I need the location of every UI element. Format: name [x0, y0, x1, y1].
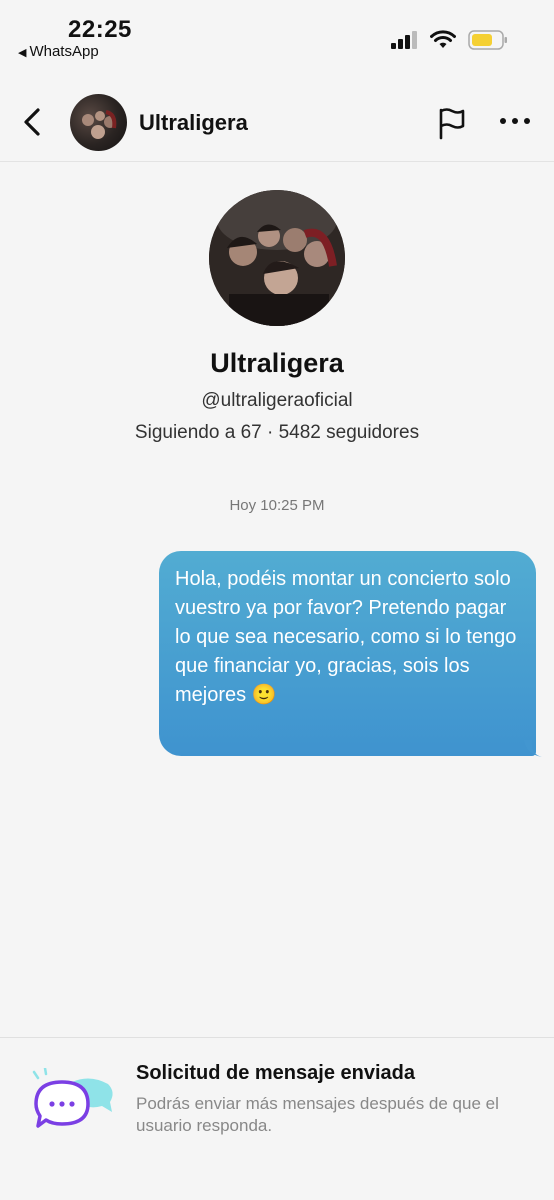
profile-stats: Siguiendo a 67 · 5482 seguidores	[134, 422, 420, 443]
more-horizontal-icon[interactable]	[498, 114, 532, 128]
bubble-tail	[524, 740, 542, 757]
request-sent-subtitle: Podrás enviar más mensajes después de qu…	[136, 1094, 499, 1135]
status-icons	[390, 30, 508, 50]
wifi-icon	[430, 30, 456, 48]
back-triangle-icon: ◀	[18, 47, 27, 59]
avatar-photo	[82, 110, 117, 139]
status-time: 22:25	[68, 16, 132, 43]
status-bar: 22:25 ◀ WhatsApp	[0, 0, 554, 70]
request-sent-banner: Solicitud de mensaje enviada Podrás envi…	[0, 1037, 554, 1200]
sent-message-bubble[interactable]: Hola, podéis montar un concierto solo vu…	[159, 551, 536, 756]
chat-title[interactable]: Ultraligera	[139, 110, 248, 136]
back-to-app-link[interactable]: ◀ WhatsApp	[18, 43, 99, 60]
chat-bubbles-icon	[32, 1068, 113, 1128]
profile-handle: @ultraligeraoficial	[201, 390, 353, 411]
flag-icon[interactable]	[436, 106, 468, 140]
profile-photo[interactable]	[209, 190, 345, 326]
message-timestamp: Hoy 10:25 PM	[229, 497, 325, 514]
profile-photo-image	[209, 190, 345, 326]
header-avatar[interactable]	[70, 94, 127, 151]
chat-header: Ultraligera	[0, 80, 554, 162]
profile-name: Ultraligera	[210, 348, 344, 378]
request-sent-title: Solicitud de mensaje enviada	[136, 1062, 415, 1084]
cellular-signal-icon	[391, 31, 417, 49]
battery-icon	[468, 30, 507, 50]
back-app-label: WhatsApp	[29, 43, 99, 60]
chevron-left-icon[interactable]	[18, 104, 48, 140]
